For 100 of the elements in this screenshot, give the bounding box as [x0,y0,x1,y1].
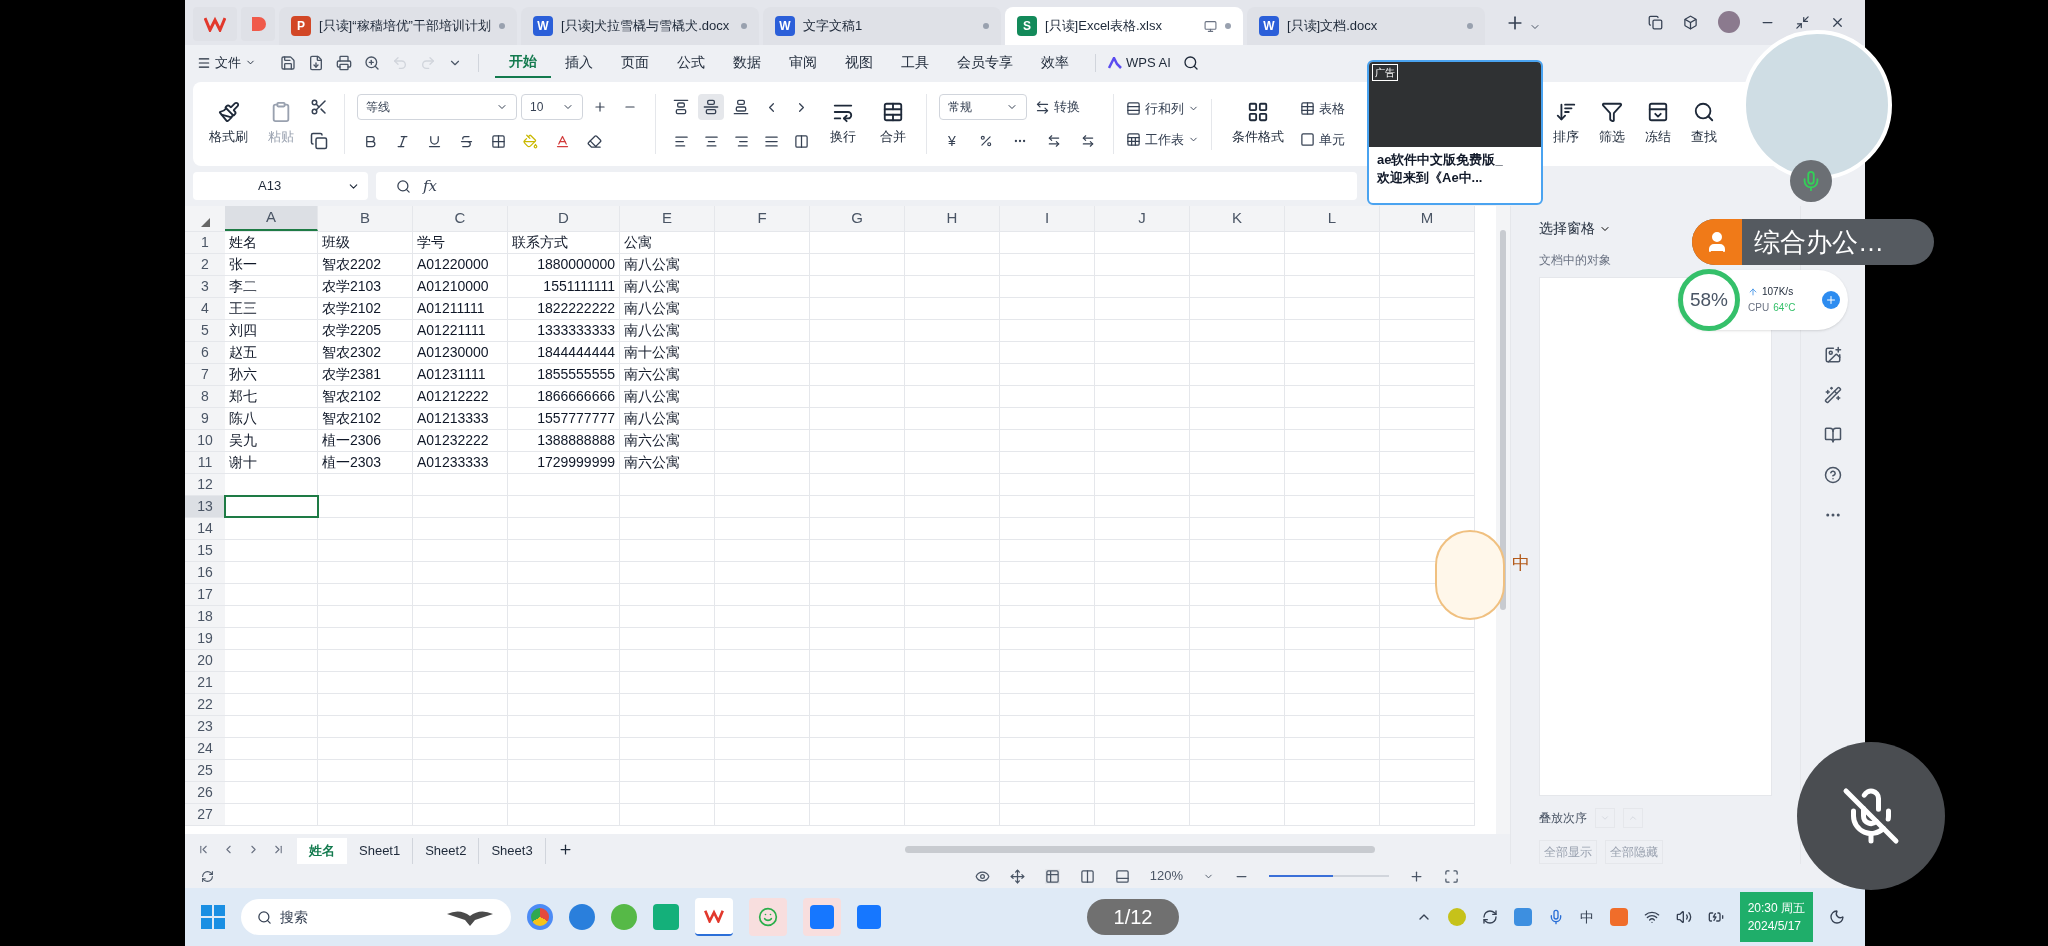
sheet-tab[interactable]: 姓名 [297,838,347,864]
currency-icon[interactable]: ¥ [939,128,965,154]
page-view-icon[interactable] [1079,868,1095,884]
start-icon[interactable] [201,905,225,929]
restore-icon[interactable] [1795,14,1810,30]
filter-button[interactable]: 筛选 [1591,97,1633,151]
convert-button[interactable]: 转换 [1035,97,1080,117]
sync-icon[interactable] [1481,909,1498,925]
document-tab[interactable]: W [只读]文档.docx [1247,7,1485,45]
zoom-icon[interactable] [396,178,411,194]
menu-tab[interactable]: 公式 [663,47,719,78]
name-box[interactable]: A13 [193,172,368,200]
column-header[interactable]: F [715,206,810,231]
fullscreen-icon[interactable] [1444,868,1459,884]
input-app-icon[interactable] [1609,908,1628,926]
font-size-select[interactable]: 10 [521,94,583,120]
column-header[interactable]: M [1380,206,1475,231]
menu-tab[interactable]: 开始 [495,47,551,78]
move-icon[interactable] [1009,868,1025,884]
document-tab[interactable]: S [只读]Excel表格.xlsx [1005,7,1243,45]
search-field[interactable]: 搜索 [241,899,511,935]
column-header[interactable]: D [508,206,620,231]
pdf-app-icon[interactable] [241,7,275,41]
number-format-select[interactable]: 常规 [939,94,1027,120]
wps-ai-button[interactable]: WPS AI [1108,52,1171,73]
merge-button[interactable]: 合并 [872,97,914,151]
column-header[interactable]: H [905,206,1000,231]
window-icon[interactable] [1648,14,1663,30]
table-style-button[interactable]: 表格 [1300,98,1345,118]
menu-tab[interactable]: 效率 [1027,47,1083,78]
horizontal-scrollbar[interactable] [904,845,1375,853]
wps-icon[interactable] [695,898,733,936]
column-header[interactable]: A [225,206,318,231]
sheet-tab[interactable]: Sheet2 [413,838,480,864]
menu-tab[interactable]: 工具 [887,47,943,78]
scrollbar-thumb[interactable] [1500,230,1506,610]
input-method[interactable]: 中 [1579,906,1594,928]
align-button[interactable] [698,94,724,120]
print-icon[interactable] [336,54,352,71]
avatar-icon[interactable] [1718,11,1740,33]
normal-view-icon[interactable] [1044,868,1060,884]
book-icon[interactable] [1824,426,1842,444]
rows-columns-button[interactable]: 行和列 [1126,98,1199,118]
menu-tab[interactable]: 视图 [831,47,887,78]
select-all-icon[interactable] [200,218,210,227]
column-header[interactable]: E [620,206,715,231]
save-icon[interactable] [280,54,296,71]
eye-icon[interactable] [974,868,990,884]
wrap-text-button[interactable]: 换行 [822,97,864,151]
column-header[interactable]: I [1000,206,1095,231]
menu-icon[interactable] [197,55,211,70]
wifi-icon[interactable] [1643,909,1660,925]
browser-icon[interactable] [569,904,595,930]
meeting-app-icon[interactable] [803,898,841,936]
column-header[interactable]: B [318,206,413,231]
magic-wand-icon[interactable] [1824,386,1842,404]
menu-tab[interactable]: 会员专享 [943,47,1027,78]
column-header[interactable]: J [1095,206,1190,231]
function-button[interactable]: fx [423,174,437,198]
menu-tab[interactable]: 页面 [607,47,663,78]
worksheet-button[interactable]: 工作表 [1126,130,1199,150]
export-icon[interactable] [308,54,324,71]
status-icon[interactable] [201,869,214,883]
file-menu[interactable]: 文件 [215,52,256,73]
cube-icon[interactable] [1683,14,1698,30]
find-button[interactable]: 查找 [1683,97,1725,151]
print-preview-icon[interactable] [364,54,380,71]
sheet-tab[interactable]: Sheet1 [347,838,414,864]
moon-icon[interactable] [1829,909,1845,925]
add-icon[interactable] [1822,291,1840,309]
document-tab[interactable]: W [只读]犬拉雪橇与雪橇犬.docx [521,7,759,45]
menu-tab[interactable]: 数据 [719,47,775,78]
paint-format-button[interactable]: 格式刷 [201,97,256,151]
document-tab[interactable]: W 文字文稿1 [763,7,1001,45]
menu-tab[interactable]: 审阅 [775,47,831,78]
table-cell-text: 1844444444 [536,343,616,362]
column-header[interactable]: C [413,206,508,231]
help-icon[interactable] [1824,466,1842,484]
column-header[interactable]: G [810,206,905,231]
freeze-button[interactable]: 冻结 [1637,97,1679,151]
document-tab[interactable]: P [只读]“稼穑培优”干部培训计划 [279,7,517,45]
zoom-in-icon[interactable] [1409,868,1424,884]
column-header[interactable]: L [1285,206,1380,231]
add-sheet-icon[interactable] [557,841,573,857]
sheet-tab[interactable]: Sheet3 [479,838,546,864]
column-header[interactable]: K [1190,206,1285,231]
font-select[interactable]: 等线 [357,94,517,120]
selected-cell[interactable] [225,496,318,517]
battery-icon[interactable] [1707,909,1724,925]
conditional-format-button[interactable]: 条件格式 [1224,97,1292,151]
page-break-icon[interactable] [1114,868,1130,884]
browser-icon[interactable] [527,904,553,930]
image-icon[interactable] [1824,346,1842,364]
search-icon[interactable] [1182,54,1199,71]
cell-button[interactable]: 单元 [1300,130,1345,150]
tray-app-icon[interactable] [1513,908,1532,926]
menu-tab[interactable]: 插入 [551,47,607,78]
wps-logo-icon[interactable] [193,7,237,41]
sort-button[interactable]: 排序 [1545,97,1587,151]
volume-icon[interactable] [1675,909,1692,925]
